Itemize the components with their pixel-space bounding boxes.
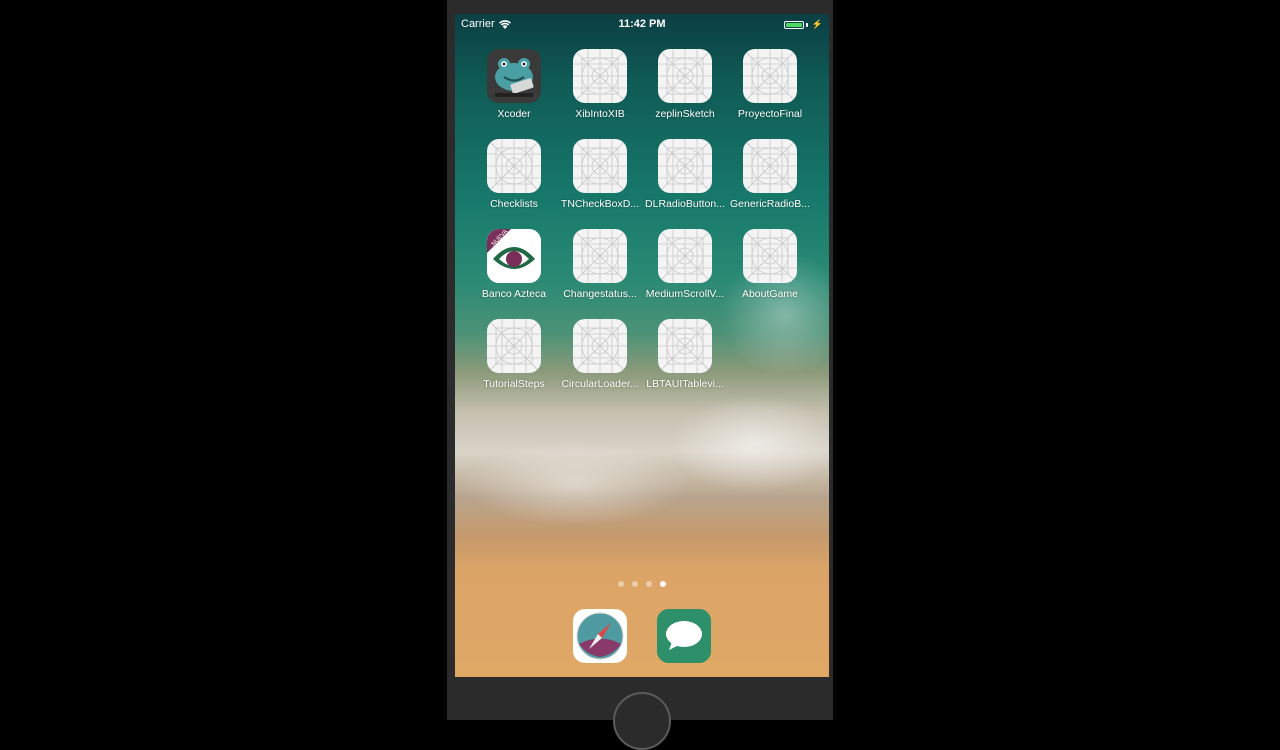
- app-dlradiobutton[interactable]: DLRadioButton...: [642, 139, 728, 210]
- placeholder-app-icon: [658, 319, 712, 373]
- app-label: LBTAUITablevi...: [646, 378, 724, 390]
- placeholder-app-icon: [487, 319, 541, 373]
- messages-bubble-icon: [657, 609, 711, 663]
- app-label: TNCheckBoxD...: [560, 198, 640, 210]
- placeholder-app-icon: [573, 229, 627, 283]
- app-zeplinsketch[interactable]: zeplinSketch: [642, 49, 728, 120]
- battery-charging-icon: ⚡: [783, 19, 823, 30]
- app-changestatus[interactable]: Changestatus...: [557, 229, 643, 300]
- app-label: MediumScrollV...: [645, 288, 725, 300]
- app-proyectofinal[interactable]: ProyectoFinal: [727, 49, 813, 120]
- placeholder-app-icon: [658, 49, 712, 103]
- app-label: ProyectoFinal: [737, 108, 803, 120]
- placeholder-app-icon: [573, 49, 627, 103]
- app-checklists[interactable]: Checklists: [471, 139, 557, 210]
- dock-safari[interactable]: [573, 609, 627, 663]
- app-circularloader[interactable]: CircularLoader...: [557, 319, 643, 390]
- xcoder-frog-icon: [487, 49, 541, 103]
- app-label: Checklists: [490, 198, 538, 210]
- app-mediumscrollview[interactable]: MediumScrollV...: [642, 229, 728, 300]
- page-dot: [618, 581, 624, 587]
- app-label: CircularLoader...: [561, 378, 639, 390]
- app-label: zeplinSketch: [655, 108, 715, 120]
- banco-azteca-icon: NUEVA: [487, 229, 541, 283]
- app-label: TutorialSteps: [483, 378, 545, 390]
- placeholder-app-icon: [658, 229, 712, 283]
- home-screen: Carrier 11:42 PM ⚡ Xcoder XibIntoXIB zep…: [455, 14, 829, 677]
- app-aboutgame[interactable]: AboutGame: [727, 229, 813, 300]
- placeholder-app-icon: [743, 139, 797, 193]
- status-time: 11:42 PM: [618, 18, 666, 30]
- placeholder-app-icon: [658, 139, 712, 193]
- placeholder-app-icon: [573, 319, 627, 373]
- placeholder-app-icon: [743, 229, 797, 283]
- app-genericradiobutton[interactable]: GenericRadioB...: [727, 139, 813, 210]
- app-tutorialsteps[interactable]: TutorialSteps: [471, 319, 557, 390]
- app-label: GenericRadioB...: [730, 198, 810, 210]
- placeholder-app-icon: [573, 139, 627, 193]
- app-lbtauitableview[interactable]: LBTAUITablevi...: [642, 319, 728, 390]
- app-tncheckbox[interactable]: TNCheckBoxD...: [557, 139, 643, 210]
- app-label: Xcoder: [497, 108, 531, 120]
- app-label: Changestatus...: [563, 288, 637, 300]
- page-dot: [646, 581, 652, 587]
- page-dot: [632, 581, 638, 587]
- status-bar: Carrier 11:42 PM ⚡: [455, 14, 829, 34]
- home-button[interactable]: [613, 692, 671, 750]
- app-label: XibIntoXIB: [575, 108, 625, 120]
- app-label: Banco Azteca: [481, 288, 547, 300]
- app-label: AboutGame: [741, 288, 799, 300]
- app-banco-azteca[interactable]: NUEVA Banco Azteca: [471, 229, 557, 300]
- placeholder-app-icon: [743, 49, 797, 103]
- app-xibintoxib[interactable]: XibIntoXIB: [557, 49, 643, 120]
- safari-compass-icon: [573, 609, 627, 663]
- placeholder-app-icon: [487, 139, 541, 193]
- dock-messages[interactable]: [657, 609, 711, 663]
- page-dot-current: [660, 581, 666, 587]
- page-indicator[interactable]: [455, 581, 829, 587]
- app-label: DLRadioButton...: [645, 198, 725, 210]
- app-xcoder[interactable]: Xcoder: [471, 49, 557, 120]
